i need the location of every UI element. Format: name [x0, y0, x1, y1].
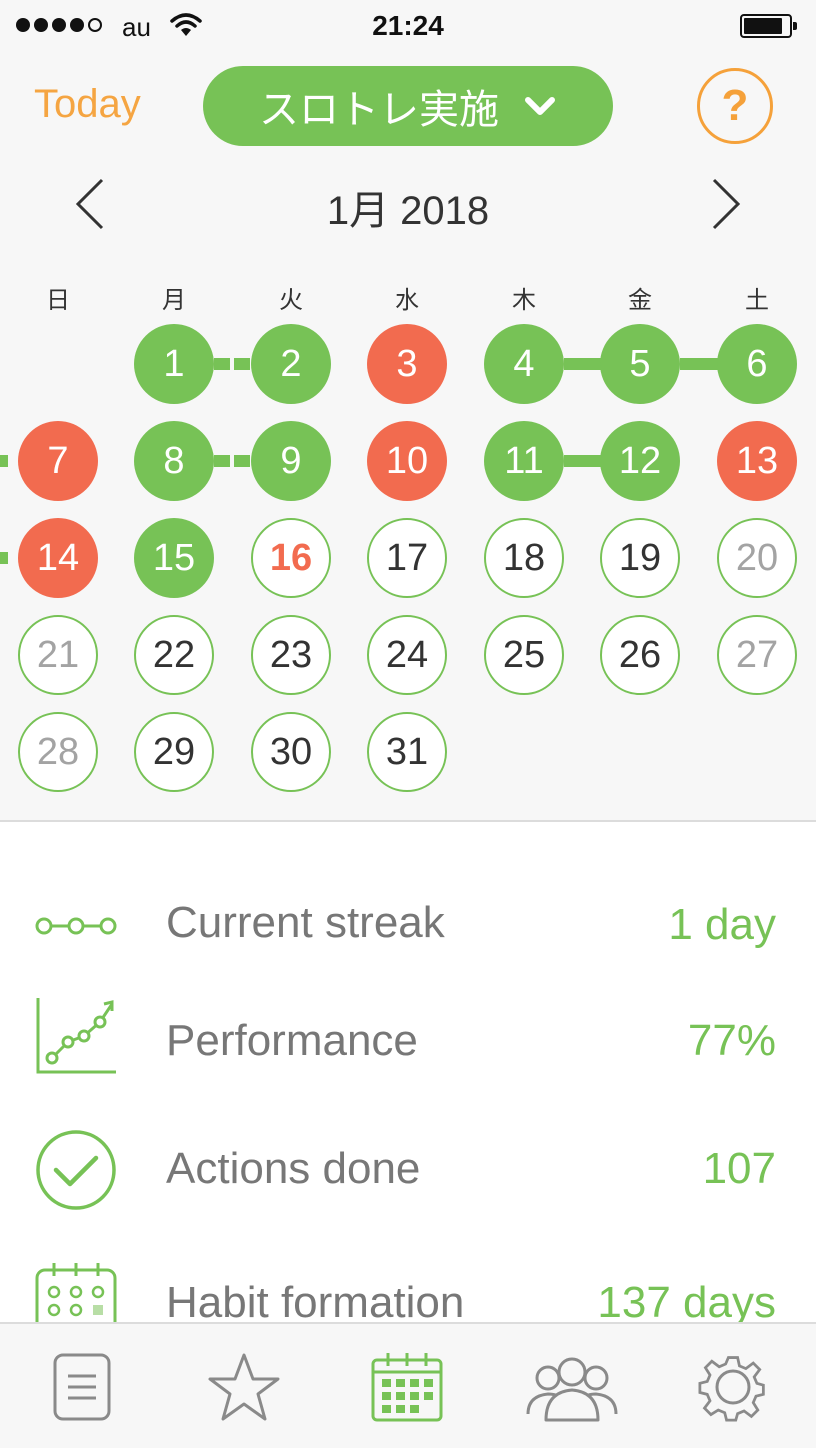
calendar-day[interactable]: 8	[134, 421, 214, 501]
streak-icon	[35, 917, 117, 935]
calendar-day[interactable]: 29	[134, 712, 214, 792]
streak-connector	[564, 455, 604, 467]
stat-value: 137 days	[597, 1278, 776, 1327]
calendar-day[interactable]: 3	[367, 324, 447, 404]
calendar-day[interactable]: 13	[717, 421, 797, 501]
calendar-day[interactable]: 4	[484, 324, 564, 404]
stat-label: Performance	[166, 1016, 418, 1065]
tab-bar	[0, 1322, 816, 1448]
calendar-day[interactable]: 26	[600, 615, 680, 695]
calendar-day[interactable]: 15	[134, 518, 214, 598]
performance-chart-icon	[36, 998, 116, 1074]
streak-connector	[680, 358, 720, 370]
weekday-mon: 月	[162, 287, 186, 314]
month-title: 1月 2018	[326, 189, 490, 233]
today-button[interactable]: Today	[34, 82, 141, 127]
people-icon[interactable]	[524, 1352, 620, 1422]
calendar-day[interactable]: 28	[18, 712, 98, 792]
stat-current-streak: Current streak 1 day	[0, 886, 816, 966]
streak-connector	[214, 358, 254, 370]
calendar-day[interactable]: 31	[367, 712, 447, 792]
stat-value: 1 day	[668, 900, 776, 949]
calendar-day[interactable]: 19	[600, 518, 680, 598]
calendar-icon[interactable]	[370, 1352, 444, 1422]
stat-label: Habit formation	[166, 1278, 465, 1327]
star-icon[interactable]	[208, 1352, 280, 1422]
weekday-fri: 金	[628, 287, 652, 314]
calendar-day[interactable]: 25	[484, 615, 564, 695]
streak-connector	[0, 455, 8, 467]
streak-connector	[564, 358, 604, 370]
stat-label: Current streak	[166, 898, 445, 947]
calendar-day[interactable]: 14	[18, 518, 98, 598]
calendar-day[interactable]: 9	[251, 421, 331, 501]
weekday-sat: 土	[745, 287, 769, 314]
calendar-day[interactable]: 27	[717, 615, 797, 695]
habit-selector[interactable]: スロトレ実施	[203, 66, 613, 146]
checkmark-circle-icon	[36, 1130, 116, 1210]
calendar-day[interactable]: 1	[134, 324, 214, 404]
weekday-sun: 日	[46, 287, 70, 314]
calendar-day[interactable]: 6	[717, 324, 797, 404]
calendar-day[interactable]: 18	[484, 518, 564, 598]
calendar-panel: Today スロトレ実施 ? 1月 2018 日 月 火 水 木 金 土 1 2…	[0, 52, 816, 822]
calendar-day[interactable]: 2	[251, 324, 331, 404]
habit-name: スロトレ実施	[259, 88, 499, 132]
calendar-day[interactable]: 17	[367, 518, 447, 598]
calendar-day[interactable]: 5	[600, 324, 680, 404]
help-button[interactable]: ?	[697, 68, 773, 144]
streak-connector	[0, 552, 8, 564]
calendar-day[interactable]: 22	[134, 615, 214, 695]
calendar-day[interactable]: 21	[18, 615, 98, 695]
stat-performance: Performance 77%	[0, 996, 816, 1076]
notes-icon[interactable]	[52, 1352, 112, 1422]
battery-icon	[740, 14, 797, 38]
weekday-tue: 火	[279, 287, 303, 314]
streak-connector	[214, 455, 254, 467]
calendar-day[interactable]: 20	[717, 518, 797, 598]
calendar-day-today[interactable]: 16	[251, 518, 331, 598]
status-bar: au 21:24	[0, 0, 816, 52]
stat-value: 107	[702, 1144, 776, 1193]
next-month-button[interactable]	[706, 174, 746, 234]
status-time: 21:24	[372, 10, 444, 41]
calendar-day[interactable]: 11	[484, 421, 564, 501]
calendar-day[interactable]: 30	[251, 712, 331, 792]
chevron-down-icon	[525, 97, 555, 115]
weekday-wed: 水	[395, 287, 419, 314]
gear-icon[interactable]	[698, 1352, 768, 1422]
calendar-grid-icon	[35, 1263, 117, 1322]
calendar-day[interactable]: 24	[367, 615, 447, 695]
calendar-day[interactable]: 7	[18, 421, 98, 501]
calendar-day[interactable]: 10	[367, 421, 447, 501]
stat-label: Actions done	[166, 1144, 421, 1193]
calendar-day[interactable]: 23	[251, 615, 331, 695]
stat-value: 77%	[687, 1016, 776, 1065]
weekday-thu: 木	[512, 287, 536, 314]
calendar-day[interactable]: 12	[600, 421, 680, 501]
stat-actions-done: Actions done 107	[0, 1130, 816, 1210]
